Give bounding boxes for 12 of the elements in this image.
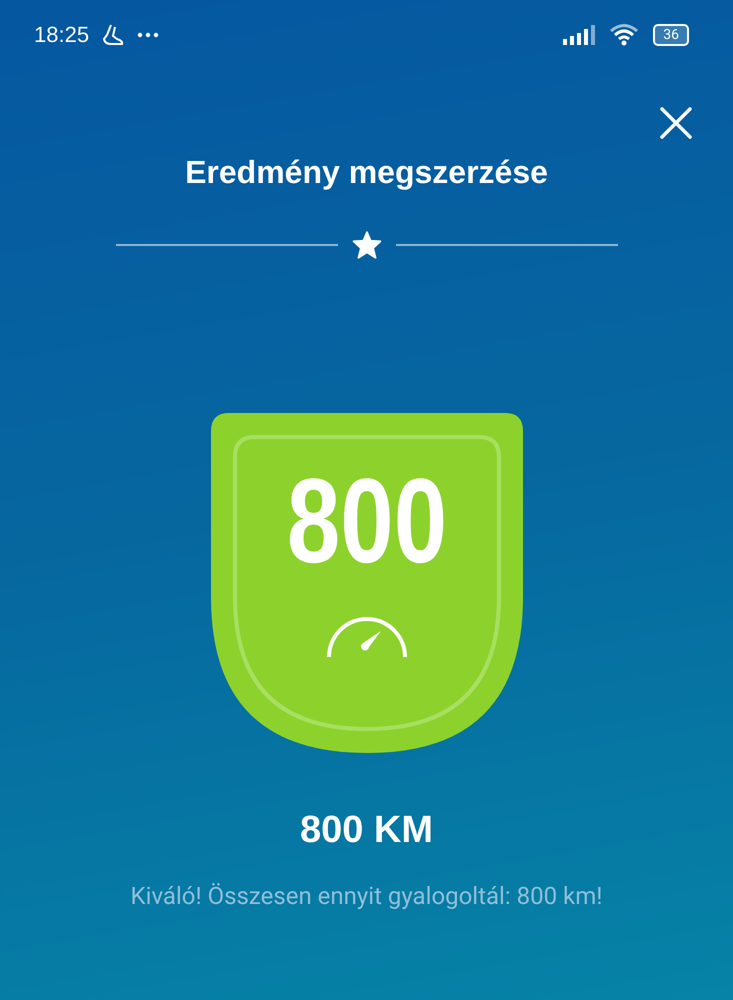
page-title: Eredmény megszerzése [185,154,548,191]
badge-number: 800 [285,453,448,590]
speedometer-icon [324,615,408,659]
achievement-title: 800 KM [300,809,434,852]
close-button[interactable] [659,106,693,140]
star-icon [352,231,382,259]
achievement-description: Kiváló! Összesen ennyit gyalogoltál: 800 km! [130,881,604,912]
signal-icon [563,25,598,45]
more-icon [137,32,160,38]
shoe-icon [101,23,126,47]
status-time: 18:25 [34,22,90,48]
battery-icon: 36 [653,24,689,46]
